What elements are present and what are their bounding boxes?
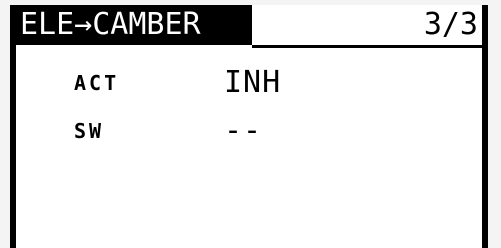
header-underline (252, 45, 482, 48)
act-label: ACT (74, 71, 120, 95)
act-value[interactable]: INH (224, 63, 281, 103)
sw-value[interactable]: -- (224, 111, 262, 151)
device-frame: ELE→CAMBER 3/3 ACT INH SW -- (0, 0, 501, 248)
screen-header: ELE→CAMBER 3/3 (16, 5, 482, 49)
setting-row-act[interactable]: ACT INH (16, 63, 482, 103)
page-indicator: 3/3 (423, 7, 478, 42)
lcd-screen: ELE→CAMBER 3/3 ACT INH SW -- (10, 5, 488, 248)
screen-title: ELE→CAMBER (16, 5, 252, 45)
setting-row-sw[interactable]: SW -- (16, 111, 482, 151)
sw-label: SW (74, 119, 105, 143)
